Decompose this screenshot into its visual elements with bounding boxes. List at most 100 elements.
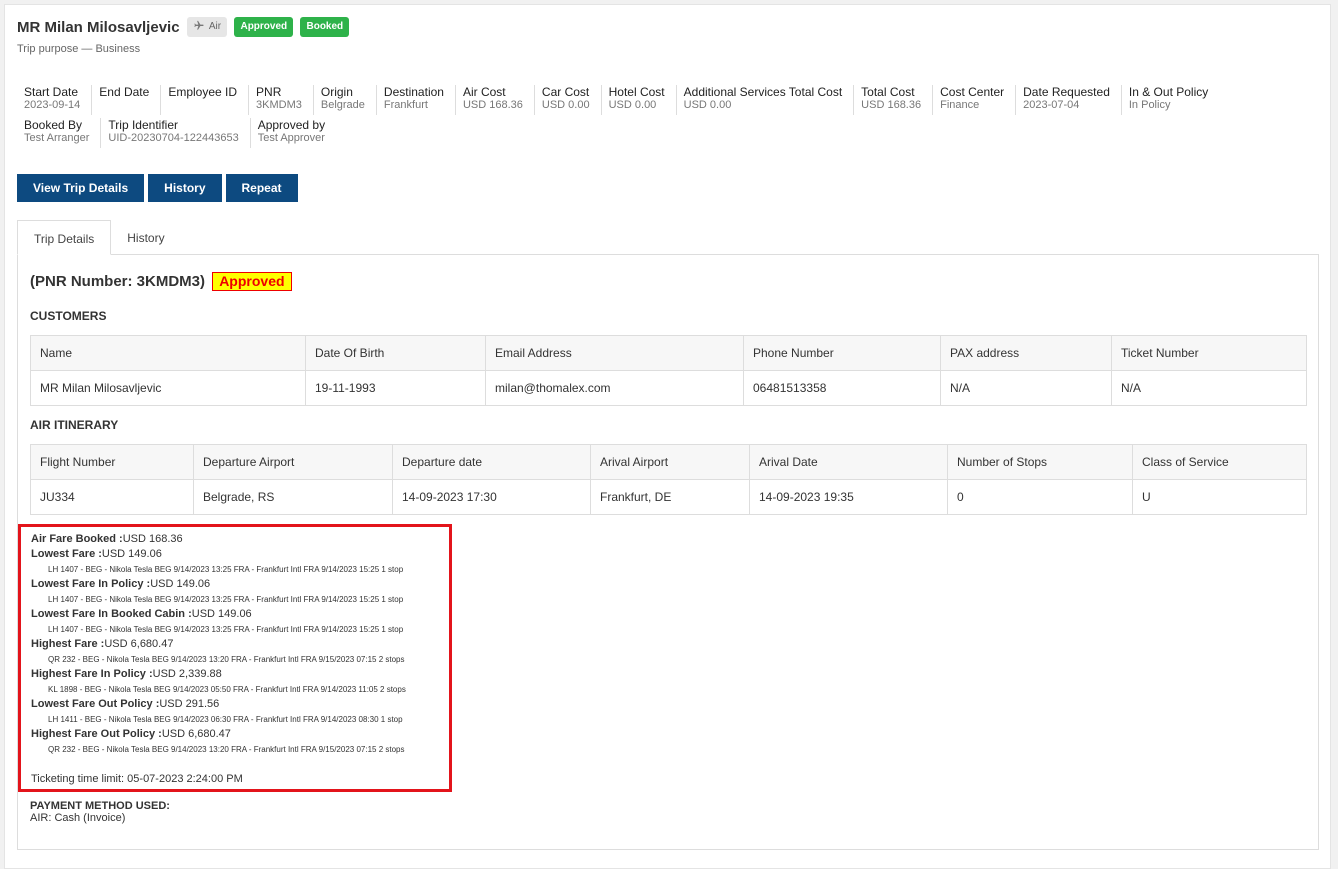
summary-field-label: Additional Services Total Cost [683,85,843,99]
summary-field-label: Hotel Cost [608,85,665,99]
fare-detail: LH 1407 - BEG - Nikola Tesla BEG 9/14/20… [48,595,404,604]
summary-field-label: Air Cost [462,85,506,99]
fare-comparison-box: Air Fare Booked :USD 168.36 Lowest Fare … [18,524,452,792]
summary-field-value: Belgrade [320,99,365,111]
tab-trip-details[interactable]: Trip Details [17,220,112,255]
summary-field-label: Trip Identifier [108,118,179,132]
summary-field-value: Test Approver [257,132,325,144]
fare-label: Lowest Fare : [31,548,102,560]
air-tag-label: Air [208,21,222,32]
air-itinerary-table: Flight Number Departure Airport Departur… [30,444,1307,515]
customers-table: Name Date Of Birth Email Address Phone N… [30,335,1307,406]
summary-field-label: Approved by [257,118,326,132]
payment-method-title: PAYMENT METHOD USED: [30,800,170,812]
column-header: Email Address [485,335,744,371]
fare-line: Highest Fare In Policy :USD 2,339.88 [31,667,439,682]
fare-label: Highest Fare Out Policy : [31,728,162,740]
trip-header: MR Milan Milosavljevic Air Approved Book… [17,17,350,37]
summary-field-label: Start Date [24,85,79,99]
fare-line: Lowest Fare In Booked Cabin :USD 149.06 [31,607,439,622]
fare-label: Highest Fare In Policy : [31,668,153,680]
fare-line: Lowest Fare In Policy :USD 149.06 [31,577,439,592]
column-header: Name [30,335,306,371]
repeat-button[interactable]: Repeat [225,174,298,202]
summary-field-label: Destination [383,85,444,99]
pnr-status-badge: Approved [212,272,292,291]
summary-row-1: Start Date 2023-09-14 End Date Employee ID P… [17,85,1317,115]
summary-field-label: Date Requested [1023,85,1110,99]
payment-method: PAYMENT METHOD USED: AIR: Cash (Invoice) [30,800,170,824]
airplane-icon [194,20,204,30]
column-header: Ticket Number [1111,335,1307,371]
history-button[interactable]: History [148,174,222,202]
fare-detail: QR 232 - BEG - Nikola Tesla BEG 9/14/202… [48,655,405,664]
summary-field-value: In Policy [1128,99,1171,111]
summary-field-label: Total Cost [861,85,915,99]
summary-field: PNR 3KMDM3 [249,85,314,115]
summary-field: Air Cost USD 168.36 [456,85,535,115]
fare-detail: LH 1407 - BEG - Nikola Tesla BEG 9/14/20… [48,565,404,574]
fare-value: USD 149.06 [150,578,211,590]
fare-detail: QR 232 - BEG - Nikola Tesla BEG 9/14/202… [48,745,405,754]
fare-value: USD 291.56 [159,698,220,710]
summary-field: Origin Belgrade [314,85,377,115]
summary-field-value: 3KMDM3 [256,99,302,111]
summary-field: Trip Identifier UID-20230704-122443653 [101,118,251,148]
column-header: PAX address [940,335,1112,371]
fare-label: Lowest Fare In Booked Cabin : [31,608,192,620]
air-itinerary-title: AIR ITINERARY [30,418,119,432]
fare-label: Highest Fare : [31,638,105,650]
column-header: Class of Service [1132,444,1307,480]
tab-history[interactable]: History [111,220,180,255]
table-cell: MR Milan Milosavljevic [30,370,306,406]
summary-field-label: Cost Center [940,85,1005,99]
fare-line: Lowest Fare Out Policy :USD 291.56 [31,697,439,712]
view-trip-details-button[interactable]: View Trip Details [17,174,145,202]
booked-tag: Booked [300,17,350,37]
ticketing-time-limit: Ticketing time limit: 05-07-2023 2:24:00… [31,773,243,785]
table-header-row: Name Date Of Birth Email Address Phone N… [30,335,1307,371]
fare-label: Air Fare Booked : [31,533,123,545]
summary-field-value: Frankfurt [383,99,428,111]
fare-detail: LH 1407 - BEG - Nikola Tesla BEG 9/14/20… [48,625,404,634]
table-cell: N/A [1111,370,1307,406]
fare-value: USD 6,680.47 [104,638,174,650]
column-header: Arival Airport [590,444,750,480]
customers-title: CUSTOMERS [30,309,107,323]
fare-label: Lowest Fare In Policy : [31,578,151,590]
summary-field: In & Out Policy In Policy [1122,85,1219,115]
fare-value: USD 2,339.88 [152,668,222,680]
summary-field-value: USD 168.36 [861,99,922,111]
fare-line: Lowest Fare :USD 149.06 [31,547,439,562]
fare-detail: KL 1898 - BEG - Nikola Tesla BEG 9/14/20… [48,685,406,694]
summary-field-value: USD 0.00 [541,99,590,111]
fare-detail: LH 1411 - BEG - Nikola Tesla BEG 9/14/20… [48,715,403,724]
summary-field-value: 2023-09-14 [24,99,81,111]
fare-line: Highest Fare Out Policy :USD 6,680.47 [31,727,439,742]
table-header-row: Flight Number Departure Airport Departur… [30,444,1307,480]
summary-field-value: USD 0.00 [608,99,657,111]
summary-field: Approved by Test Approver [251,118,336,148]
summary-field: Employee ID [161,85,250,115]
table-cell: Belgrade, RS [193,479,393,515]
fare-value: USD 6,680.47 [161,728,231,740]
fare-value: USD 149.06 [191,608,252,620]
table-cell: N/A [940,370,1112,406]
summary-field-value: Finance [940,99,980,111]
summary-field: Start Date 2023-09-14 [17,85,93,115]
table-cell: 14-09-2023 17:30 [392,479,591,515]
table-cell: milan@thomalex.com [485,370,744,406]
table-cell: 19-11-1993 [305,370,486,406]
approved-tag: Approved [234,17,294,37]
summary-field-value: Test Arranger [24,132,90,144]
fare-line: Highest Fare :USD 6,680.47 [31,637,439,652]
table-row: MR Milan Milosavljevic 19-11-1993 milan@… [30,370,1307,406]
summary-field-label: PNR [256,85,282,99]
table-cell: 0 [947,479,1133,515]
column-header: Departure Airport [193,444,393,480]
summary-field-label: End Date [99,85,150,99]
pnr-heading: (PNR Number: 3KMDM3) Approved [30,272,292,291]
summary-field-value: 2023-07-04 [1023,99,1080,111]
summary-field: Car Cost USD 0.00 [535,85,602,115]
summary-field-label: Car Cost [541,85,590,99]
